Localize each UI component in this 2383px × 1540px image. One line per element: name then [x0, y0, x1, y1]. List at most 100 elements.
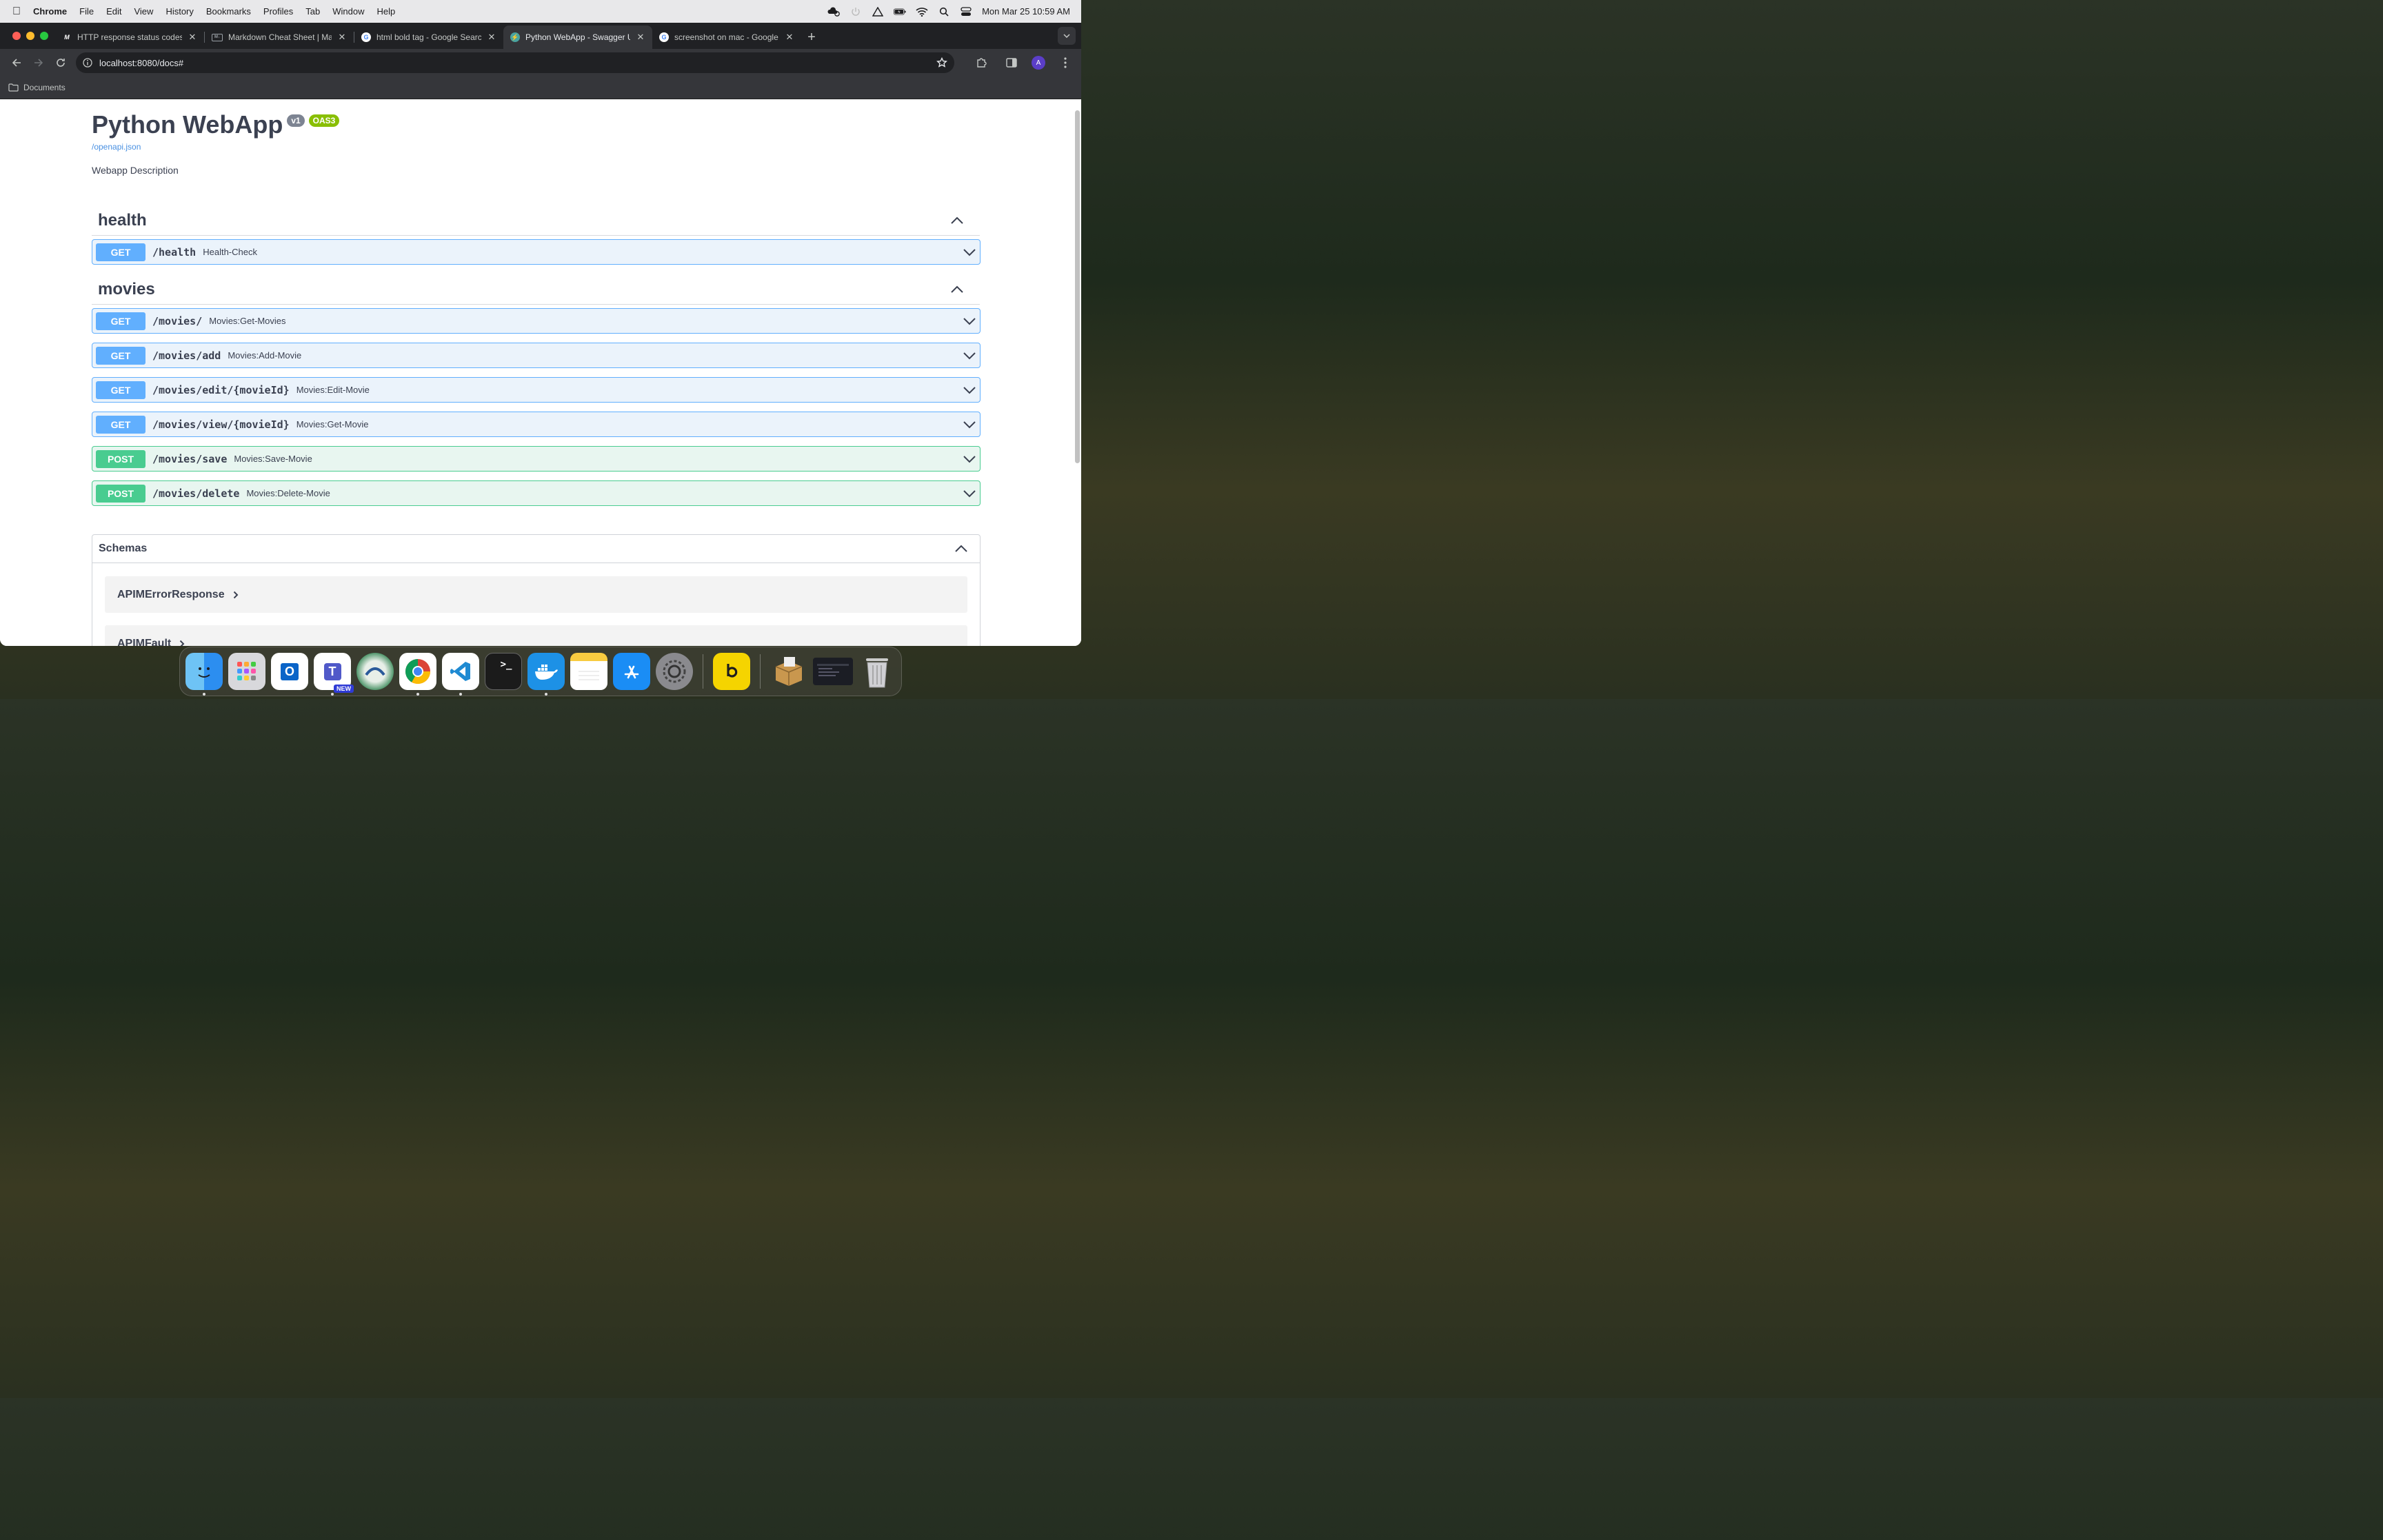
chrome-menu-button[interactable] — [1055, 52, 1076, 73]
bookmark-star-icon[interactable] — [936, 57, 947, 68]
tab-close-icon[interactable]: ✕ — [636, 32, 645, 43]
chevron-up-icon[interactable] — [955, 545, 967, 553]
extensions-button[interactable] — [971, 52, 992, 73]
schema-model-apimerrorresponse[interactable]: APIMErrorResponse — [105, 576, 967, 613]
operation-post-movies-save[interactable]: POST /movies/save Movies:Save-Movie — [92, 446, 981, 472]
menu-bar-clock[interactable]: Mon Mar 25 10:59 AM — [982, 6, 1070, 17]
docker-icon[interactable] — [527, 653, 565, 696]
tab-close-icon[interactable]: ✕ — [188, 32, 197, 43]
outlook-icon[interactable]: O — [271, 653, 308, 690]
spotlight-search-icon[interactable] — [938, 7, 950, 17]
openapi-json-link[interactable]: /openapi.json — [92, 142, 339, 152]
system-settings-icon[interactable] — [656, 653, 693, 690]
operation-path: /movies/ — [152, 314, 203, 327]
macos-dock: O T NEW >_ — [179, 647, 902, 696]
menu-file[interactable]: File — [73, 6, 100, 17]
url-text[interactable]: localhost:8080/docs# — [99, 58, 183, 68]
weather-status-icon[interactable] — [827, 6, 840, 17]
chevron-down-icon[interactable] — [963, 489, 976, 498]
swagger-page: Python WebApp v1 OAS3 /openapi.json Weba… — [0, 99, 1081, 646]
tab-close-icon[interactable]: ✕ — [487, 32, 496, 43]
tab-title: HTTP response status codes — [77, 32, 182, 42]
operation-summary: Movies:Delete-Movie — [246, 488, 330, 498]
tab-html-bold-tag[interactable]: G html bold tag - Google Search ✕ — [354, 26, 503, 49]
address-bar[interactable]: localhost:8080/docs# — [76, 52, 954, 73]
launchpad-icon[interactable] — [228, 653, 265, 690]
menu-bookmarks[interactable]: Bookmarks — [200, 6, 257, 17]
chevron-right-icon[interactable] — [233, 591, 239, 599]
operation-summary: Health-Check — [203, 247, 257, 257]
tag-section-health[interactable]: health — [92, 205, 980, 236]
chevron-down-icon[interactable] — [963, 317, 976, 325]
operation-post-movies-delete[interactable]: POST /movies/delete Movies:Delete-Movie — [92, 480, 981, 506]
profile-avatar[interactable]: A — [1032, 56, 1045, 70]
menu-history[interactable]: History — [159, 6, 199, 17]
teams-icon[interactable]: T NEW — [314, 653, 354, 696]
battery-icon[interactable] — [894, 7, 906, 17]
menu-tab[interactable]: Tab — [299, 6, 326, 17]
chevron-right-icon[interactable] — [179, 640, 185, 647]
operation-get-health[interactable]: GET /health Health-Check — [92, 239, 981, 265]
bezel-icon[interactable] — [713, 653, 750, 690]
operation-get-movies[interactable]: GET /movies/ Movies:Get-Movies — [92, 308, 981, 334]
chevron-down-icon[interactable] — [963, 455, 976, 463]
tab-close-icon[interactable]: ✕ — [337, 32, 347, 43]
reload-button[interactable] — [50, 52, 72, 74]
vpn-triangle-icon[interactable] — [872, 6, 884, 17]
menu-view[interactable]: View — [128, 6, 159, 17]
app-store-icon[interactable] — [613, 653, 650, 690]
chevron-down-icon[interactable] — [963, 386, 976, 394]
operation-get-movies-add[interactable]: GET /movies/add Movies:Add-Movie — [92, 343, 981, 368]
side-panel-icon — [1006, 58, 1017, 68]
close-window-button[interactable] — [12, 32, 21, 40]
chevron-up-icon[interactable] — [951, 216, 963, 225]
page-scrollbar[interactable] — [1075, 110, 1080, 463]
power-status-icon[interactable] — [849, 7, 862, 17]
tab-markdown-cheat-sheet[interactable]: M↓ Markdown Cheat Sheet | Mark ✕ — [205, 26, 354, 49]
chevron-down-icon[interactable] — [963, 352, 976, 360]
chevron-up-icon[interactable] — [951, 285, 963, 294]
tab-http-status-codes[interactable]: M HTTP response status codes ✕ — [55, 26, 204, 49]
chevron-down-icon[interactable] — [963, 248, 976, 256]
wifi-icon[interactable] — [916, 7, 928, 17]
schema-model-apimfault[interactable]: APIMFault — [105, 625, 967, 646]
back-button[interactable] — [6, 52, 28, 74]
tab-python-webapp-swagger[interactable]: ⚡ Python WebApp - Swagger UI ✕ — [503, 26, 652, 49]
operation-get-movies-edit[interactable]: GET /movies/edit/{movieId} Movies:Edit-M… — [92, 377, 981, 403]
menu-edit[interactable]: Edit — [100, 6, 128, 17]
schemas-header[interactable]: Schemas — [92, 535, 980, 563]
tab-search-button[interactable] — [1058, 27, 1076, 45]
tag-section-movies[interactable]: movies — [92, 274, 980, 305]
tab-close-icon[interactable]: ✕ — [785, 32, 794, 43]
chrome-icon[interactable] — [399, 653, 436, 696]
menu-window[interactable]: Window — [326, 6, 370, 17]
minimize-window-button[interactable] — [26, 32, 34, 40]
new-tab-button[interactable]: + — [801, 30, 822, 45]
bookmark-documents[interactable]: Documents — [23, 83, 66, 92]
operation-get-movies-view[interactable]: GET /movies/view/{movieId} Movies:Get-Mo… — [92, 412, 981, 437]
trash-icon[interactable] — [858, 653, 896, 690]
control-center-icon[interactable] — [960, 6, 972, 17]
menu-help[interactable]: Help — [371, 6, 402, 17]
menu-profiles[interactable]: Profiles — [257, 6, 299, 17]
dock-divider — [760, 654, 761, 689]
tab-list: M HTTP response status codes ✕ M↓ Markdo… — [55, 26, 822, 49]
site-info-icon[interactable] — [83, 58, 92, 68]
vscode-icon[interactable] — [442, 653, 479, 696]
tag-title-movies: movies — [98, 279, 155, 298]
menu-app-name[interactable]: Chrome — [33, 6, 73, 17]
finder-icon[interactable] — [185, 653, 223, 696]
tab-screenshot-on-mac[interactable]: G screenshot on mac - Google S ✕ — [652, 26, 801, 49]
side-panel-button[interactable] — [1001, 52, 1022, 73]
teams-new-badge: NEW — [334, 685, 354, 693]
zoom-window-button[interactable] — [40, 32, 48, 40]
notes-icon[interactable] — [570, 653, 607, 690]
forward-button[interactable] — [28, 52, 50, 74]
screenshot-thumbnail-icon[interactable] — [813, 658, 853, 685]
terminal-icon[interactable]: >_ — [485, 653, 522, 690]
citrix-workspace-icon[interactable] — [356, 653, 394, 690]
api-info: Python WebApp v1 OAS3 /openapi.json Weba… — [92, 110, 340, 176]
apple-menu-icon[interactable]:  — [0, 6, 33, 18]
chevron-down-icon[interactable] — [963, 421, 976, 429]
installer-package-icon[interactable] — [770, 653, 807, 690]
